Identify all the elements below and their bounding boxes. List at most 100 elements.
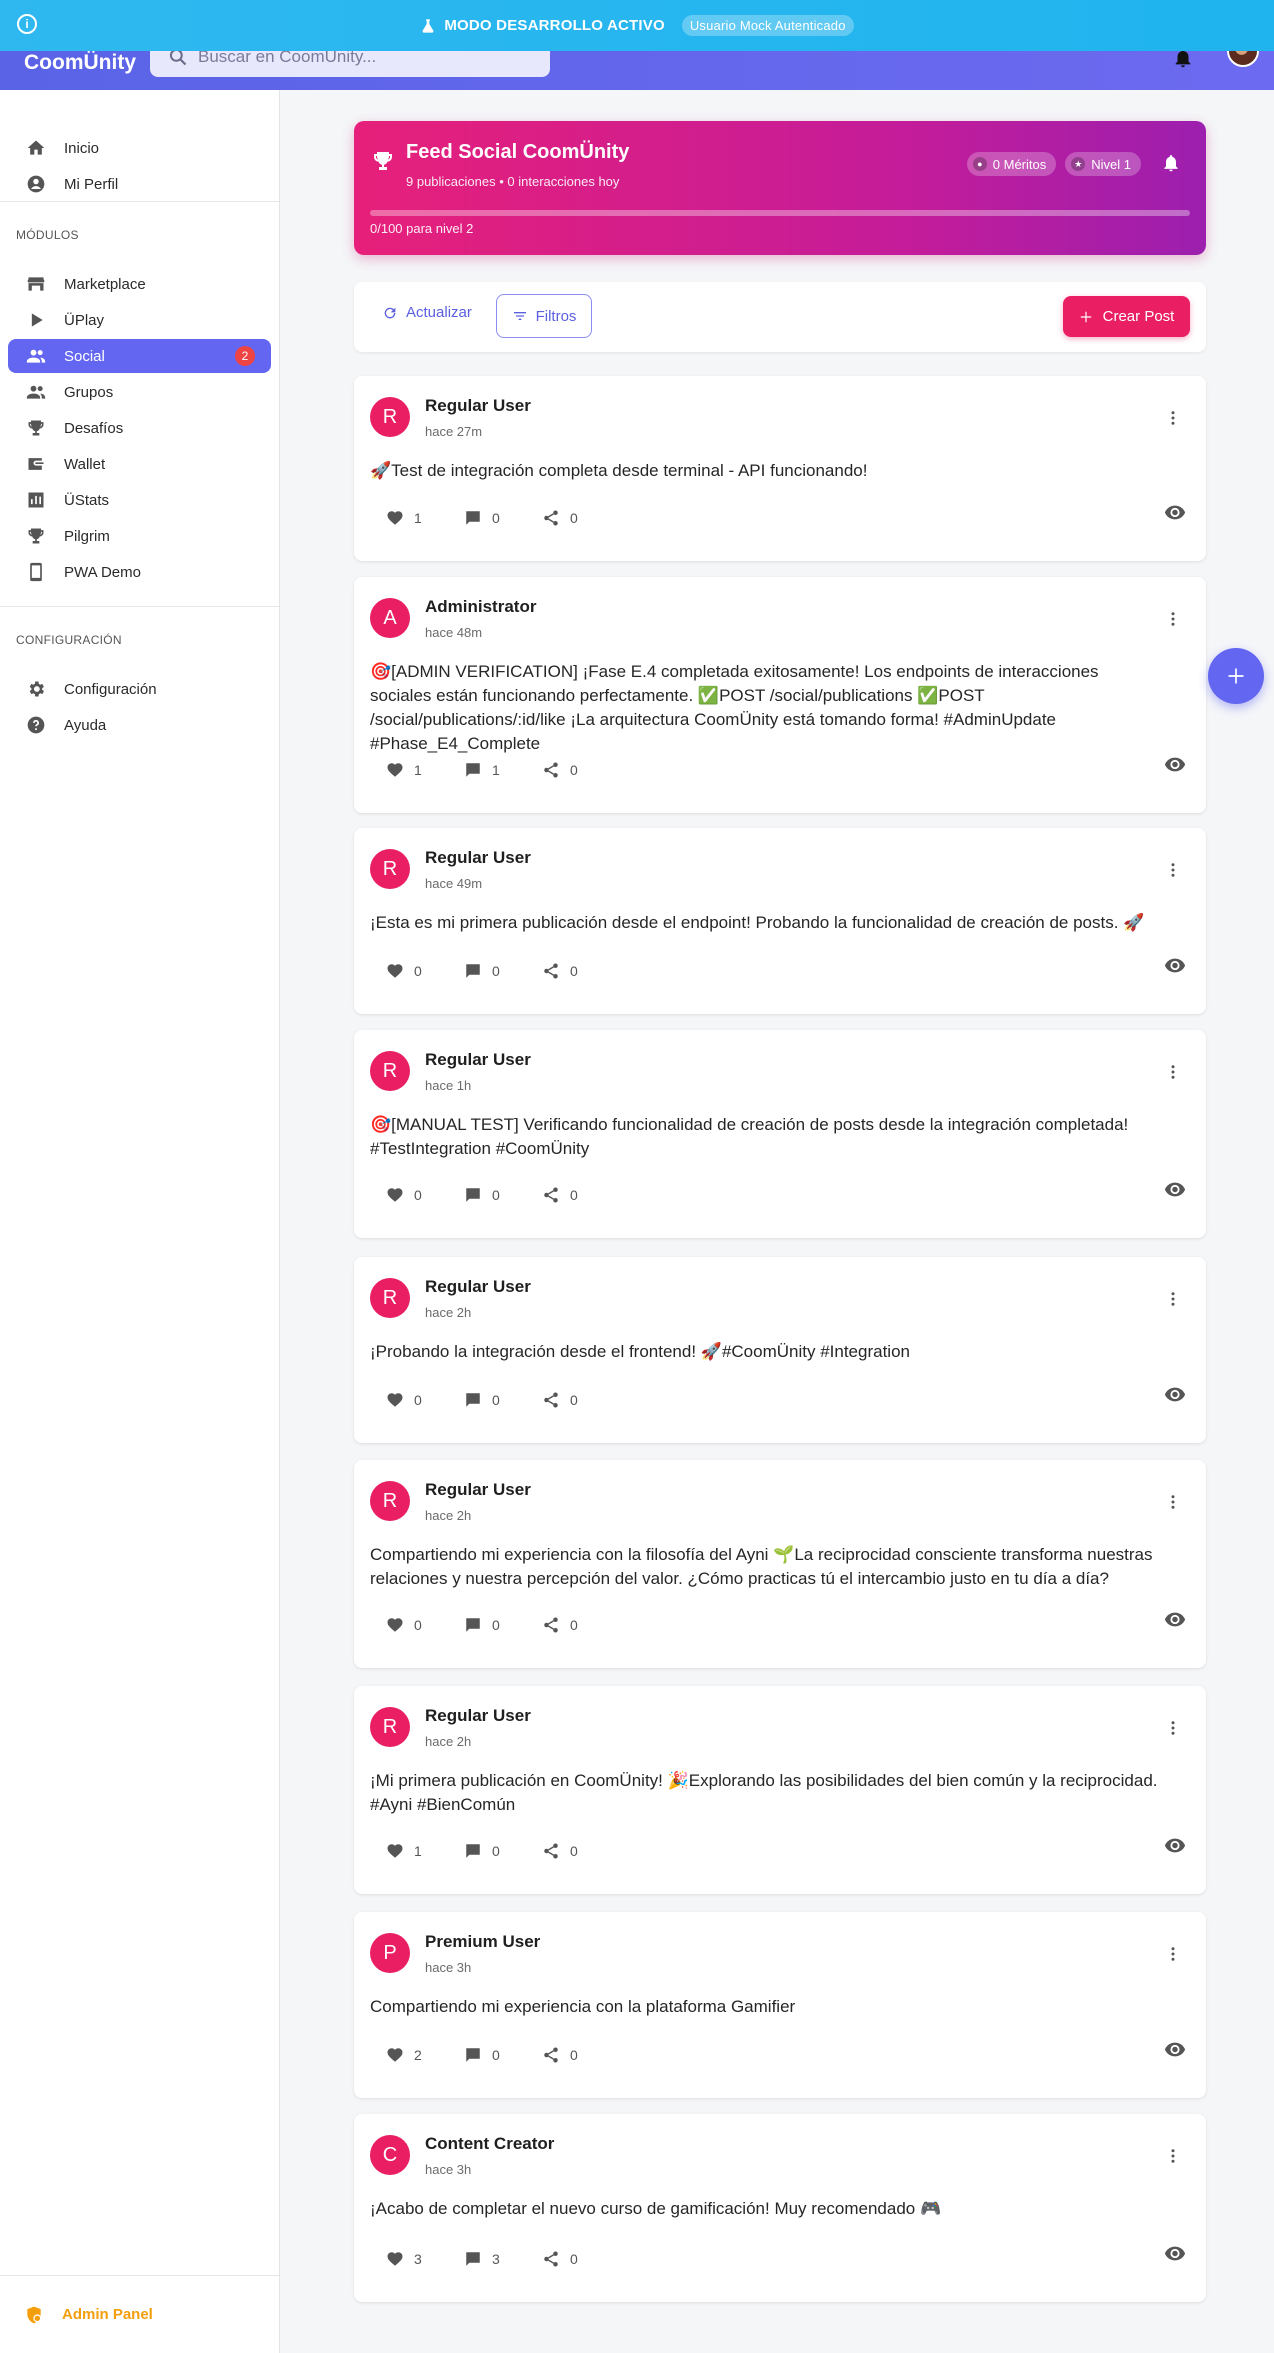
eye-icon[interactable]: [1164, 1834, 1186, 1861]
like-button[interactable]: 1: [386, 1842, 464, 1860]
comment-button[interactable]: 0: [464, 2046, 542, 2064]
refresh-button[interactable]: Actualizar: [382, 304, 472, 321]
notifications-icon[interactable]: [1172, 47, 1194, 74]
eye-icon[interactable]: [1164, 2242, 1186, 2269]
share-count: 0: [570, 2251, 578, 2267]
comment-button[interactable]: 0: [464, 509, 542, 527]
author-avatar[interactable]: R: [370, 1051, 410, 1091]
brand-logo[interactable]: CoomÜnity: [24, 51, 136, 75]
share-button[interactable]: 0: [542, 1186, 620, 1204]
more-options-icon[interactable]: [1164, 610, 1182, 633]
like-button[interactable]: 0: [386, 1186, 464, 1204]
author-avatar[interactable]: C: [370, 2135, 410, 2175]
author-avatar[interactable]: R: [370, 1707, 410, 1747]
comment-button[interactable]: 0: [464, 1391, 542, 1409]
sidebar-item-uplay[interactable]: ÜPlay: [8, 303, 271, 337]
like-count: 1: [414, 1843, 422, 1859]
sidebar-item-label: Marketplace: [64, 275, 146, 293]
share-button[interactable]: 0: [542, 2250, 620, 2268]
create-post-button[interactable]: Crear Post: [1063, 296, 1190, 337]
author-avatar[interactable]: A: [370, 598, 410, 638]
more-options-icon[interactable]: [1164, 1290, 1182, 1313]
notifications-icon[interactable]: [1161, 153, 1181, 178]
author-avatar[interactable]: P: [370, 1933, 410, 1973]
author-avatar[interactable]: R: [370, 1278, 410, 1318]
post-content: ¡Esta es mi primera publicación desde el…: [370, 913, 1145, 932]
post-author[interactable]: Regular User: [425, 396, 531, 416]
eye-icon[interactable]: [1164, 1383, 1186, 1410]
more-options-icon[interactable]: [1164, 1945, 1182, 1968]
more-options-icon[interactable]: [1164, 1493, 1182, 1516]
author-avatar[interactable]: R: [370, 849, 410, 889]
share-button[interactable]: 0: [542, 2046, 620, 2064]
sidebar-item-pwa-demo[interactable]: PWA Demo: [8, 555, 271, 589]
sidebar-item-ustats[interactable]: ÜStats: [8, 483, 271, 517]
level-progress-text: 0/100 para nivel 2: [370, 221, 474, 236]
like-count: 0: [414, 1617, 422, 1633]
like-button[interactable]: 0: [386, 962, 464, 980]
more-options-icon[interactable]: [1164, 1719, 1182, 1742]
eye-icon[interactable]: [1164, 954, 1186, 981]
eye-icon[interactable]: [1164, 1608, 1186, 1635]
like-button[interactable]: 3: [386, 2250, 464, 2268]
comment-button[interactable]: 0: [464, 1842, 542, 1860]
post-author[interactable]: Regular User: [425, 848, 531, 868]
eye-icon[interactable]: [1164, 501, 1186, 528]
like-button[interactable]: 1: [386, 509, 464, 527]
share-button[interactable]: 0: [542, 509, 620, 527]
like-button[interactable]: 2: [386, 2046, 464, 2064]
sidebar-item-marketplace[interactable]: Marketplace: [8, 267, 271, 301]
share-button[interactable]: 0: [542, 761, 620, 779]
sidebar-item-inicio[interactable]: Inicio: [8, 131, 271, 165]
sidebar-item-mi-perfil[interactable]: Mi Perfil: [8, 167, 271, 201]
comment-button[interactable]: 0: [464, 962, 542, 980]
eye-icon[interactable]: [1164, 2038, 1186, 2065]
more-options-icon[interactable]: [1164, 861, 1182, 884]
share-button[interactable]: 0: [542, 1842, 620, 1860]
sidebar-item-configuracion[interactable]: Configuración: [8, 672, 271, 706]
more-options-icon[interactable]: [1164, 2147, 1182, 2170]
post-content: Compartiendo mi experiencia con la filos…: [370, 1545, 1153, 1588]
share-button[interactable]: 0: [542, 1616, 620, 1634]
comment-icon: [466, 1188, 480, 1202]
comment-button[interactable]: 3: [464, 2250, 542, 2268]
sidebar-item-label: ÜPlay: [64, 311, 105, 329]
post-author[interactable]: Premium User: [425, 1932, 540, 1952]
post-author[interactable]: Administrator: [425, 597, 536, 617]
author-avatar[interactable]: R: [370, 397, 410, 437]
create-post-label: Crear Post: [1102, 308, 1175, 325]
comment-button[interactable]: 0: [464, 1616, 542, 1634]
level-progress-bar: [370, 210, 1190, 216]
floating-add-button[interactable]: [1208, 648, 1264, 704]
more-options-icon[interactable]: [1164, 1063, 1182, 1086]
more-options-icon[interactable]: [1164, 409, 1182, 432]
comment-button[interactable]: 0: [464, 1186, 542, 1204]
share-button[interactable]: 0: [542, 1391, 620, 1409]
post-author[interactable]: Content Creator: [425, 2134, 554, 2154]
app-header: CoomÜnity Buscar en CoomÜnity...: [0, 35, 1274, 90]
filters-button[interactable]: Filtros: [496, 294, 592, 338]
post-content: 🎯[ADMIN VERIFICATION] ¡Fase E.4 completa…: [370, 662, 1099, 753]
like-button[interactable]: 0: [386, 1616, 464, 1634]
comment-count: 0: [492, 2047, 500, 2063]
sidebar-item-ayuda[interactable]: Ayuda: [8, 708, 271, 742]
eye-icon[interactable]: [1164, 753, 1186, 780]
sidebar-item-desafios[interactable]: Desafíos: [8, 411, 271, 445]
comment-button[interactable]: 1: [464, 761, 542, 779]
like-button[interactable]: 0: [386, 1391, 464, 1409]
like-button[interactable]: 1: [386, 761, 464, 779]
admin-panel-link[interactable]: Admin Panel: [0, 2275, 279, 2353]
post-author[interactable]: Regular User: [425, 1480, 531, 1500]
post-time: hace 3h: [425, 2162, 472, 2177]
info-icon[interactable]: i: [17, 14, 37, 34]
eye-icon[interactable]: [1164, 1178, 1186, 1205]
sidebar-item-social[interactable]: Social 2: [8, 339, 271, 373]
post-author[interactable]: Regular User: [425, 1050, 531, 1070]
sidebar-item-wallet[interactable]: Wallet: [8, 447, 271, 481]
sidebar-item-grupos[interactable]: Grupos: [8, 375, 271, 409]
author-avatar[interactable]: R: [370, 1481, 410, 1521]
post-author[interactable]: Regular User: [425, 1706, 531, 1726]
post-author[interactable]: Regular User: [425, 1277, 531, 1297]
sidebar-item-pilgrim[interactable]: Pilgrim: [8, 519, 271, 553]
share-button[interactable]: 0: [542, 962, 620, 980]
